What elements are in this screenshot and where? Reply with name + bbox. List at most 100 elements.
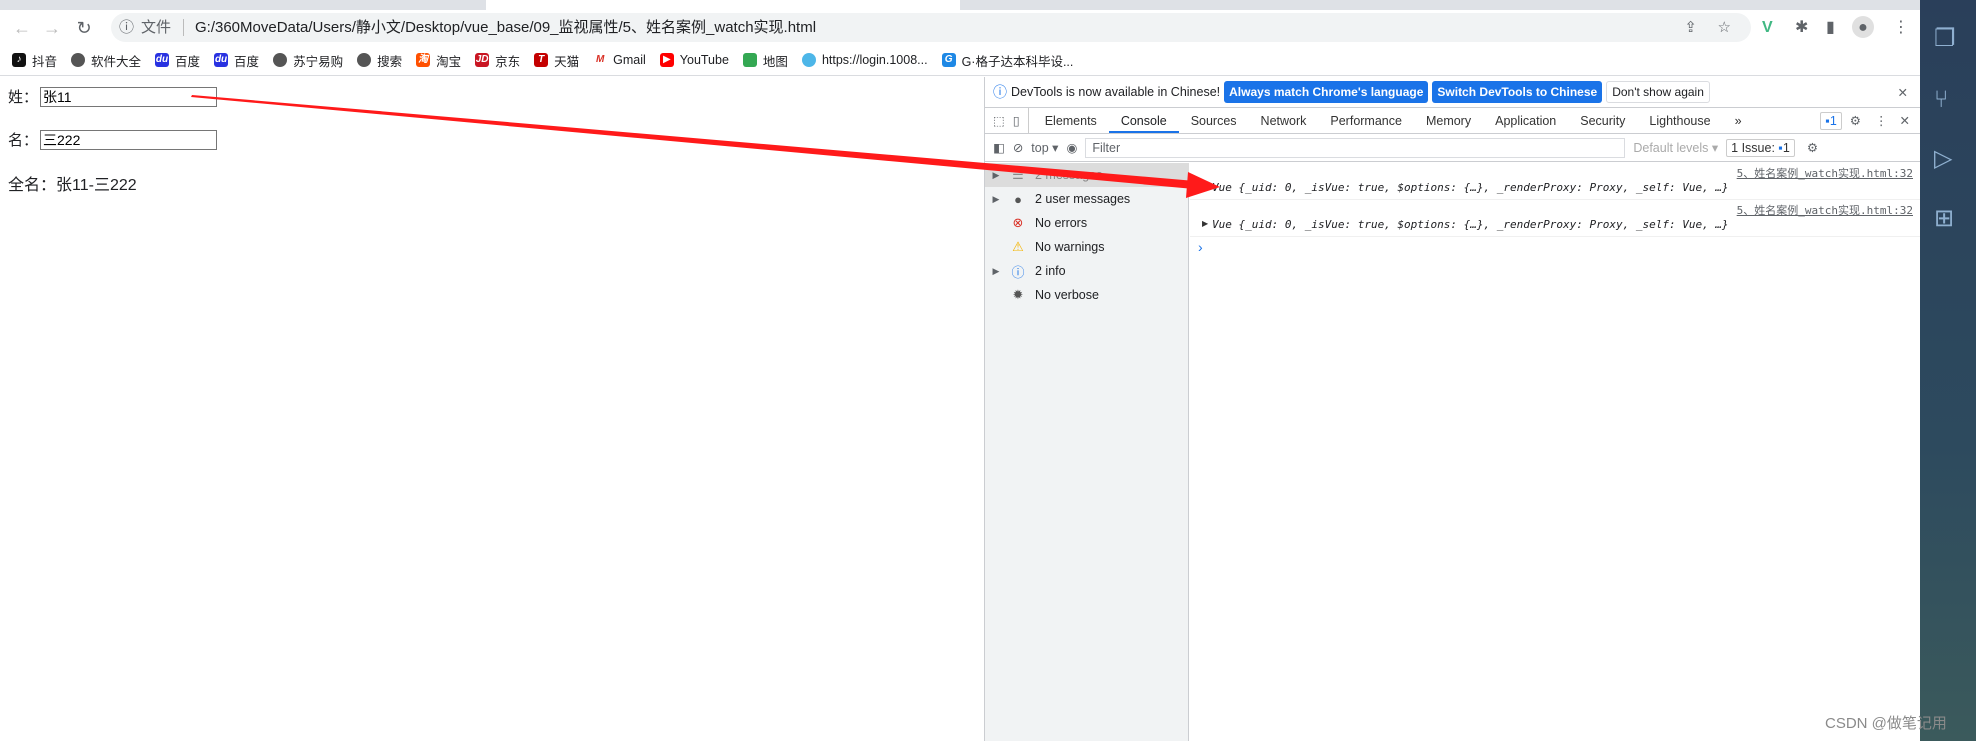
bookmark[interactable]: 软件大全 — [71, 51, 141, 70]
message-object[interactable]: Vue {_uid: 0, _isVue: true, $options: {…… — [1212, 218, 1729, 231]
sidebar-item-messages[interactable]: ▶ ☰ 2 messages — [985, 163, 1189, 187]
baidu-icon: du — [155, 53, 170, 67]
extensions-icon[interactable]: ⊞ — [1934, 204, 1954, 233]
forward-icon[interactable]: → — [40, 16, 64, 40]
active-tab[interactable] — [486, 0, 960, 10]
info-icon[interactable]: ⓘ — [119, 13, 134, 42]
gezida-icon: G — [941, 53, 956, 67]
settings-icon[interactable]: ⚙ — [1842, 108, 1869, 133]
globe-icon — [357, 53, 372, 67]
bookmark-label: 抖音 — [32, 54, 58, 69]
bookmark-label: https://login.1008... — [821, 53, 928, 67]
first-name-label: 姓： — [8, 89, 39, 106]
issues-toolbar-count: 1 — [1782, 140, 1790, 155]
bookmark[interactable]: du 百度 — [214, 51, 259, 70]
tab-lighthouse[interactable]: Lighthouse — [1637, 108, 1722, 133]
bookmark[interactable]: M Gmail — [593, 53, 646, 67]
bookmark[interactable]: 苏宁易购 — [273, 51, 343, 70]
sidebar-item-verbose[interactable]: ✹ No verbose — [985, 283, 1189, 307]
more-tabs-icon[interactable]: » — [1723, 108, 1754, 133]
globe-icon — [71, 53, 86, 67]
bookmark-label: 地图 — [762, 54, 788, 69]
expand-icon: ▶ — [992, 193, 1000, 204]
tab-security[interactable]: Security — [1568, 108, 1637, 133]
bookmark[interactable]: ♪ 抖音 — [12, 51, 57, 70]
bookmark[interactable]: https://login.1008... — [801, 53, 928, 67]
address-bar[interactable]: ⓘ 文件 G:/360MoveData/Users/静小文/Desktop/vu… — [111, 13, 1751, 42]
message-object[interactable]: Vue {_uid: 0, _isVue: true, $options: {…… — [1212, 181, 1729, 194]
tab-application[interactable]: Application — [1483, 108, 1568, 133]
tab-network[interactable]: Network — [1249, 108, 1319, 133]
expand-icon[interactable]: ▶ — [1202, 219, 1208, 228]
tab-sources[interactable]: Sources — [1179, 108, 1249, 133]
always-match-language-button[interactable]: Always match Chrome's language — [1224, 81, 1429, 103]
message-source-link[interactable]: 5、姓名案例_watch实现.html:32 — [1737, 165, 1913, 181]
console-prompt[interactable]: › — [1198, 239, 1203, 255]
extensions-icon[interactable]: ✱ — [1795, 16, 1808, 40]
sidebar-item-warnings[interactable]: ⚠ No warnings — [985, 235, 1189, 259]
share-icon[interactable]: ⇪ — [1684, 13, 1697, 42]
source-control-icon[interactable]: ⑂ — [1934, 86, 1948, 114]
url-text[interactable]: G:/360MoveData/Users/静小文/Desktop/vue_bas… — [195, 13, 816, 42]
console-output: 5、姓名案例_watch实现.html:32 ▶ Vue {_uid: 0, _… — [1190, 163, 1921, 741]
bookmark[interactable]: 搜索 — [357, 51, 402, 70]
sidebar-item-user-messages[interactable]: ▶ ● 2 user messages — [985, 187, 1189, 211]
profile-avatar[interactable]: ● — [1852, 16, 1874, 38]
last-name-row: 名： — [8, 129, 218, 150]
device-toggle-icon[interactable]: ▯ — [1013, 108, 1029, 133]
bookmark-star-icon[interactable]: ☆ — [1718, 13, 1731, 42]
console-sidebar: ▶ ☰ 2 messages ▶ ● 2 user messages ⊗ No error… — [985, 163, 1189, 741]
tab-memory[interactable]: Memory — [1414, 108, 1483, 133]
last-name-input[interactable] — [40, 129, 218, 150]
bookmark[interactable]: JD 京东 — [475, 51, 520, 70]
bookmark-label: 百度 — [234, 54, 260, 69]
bookmark-label: 苏宁易购 — [293, 54, 344, 69]
language-infobar: ⓘ DevTools is now available in Chinese! … — [985, 77, 1920, 108]
sidebar-item-info[interactable]: ▶ ⓘ 2 info — [985, 259, 1189, 283]
sidebar-toggle-icon[interactable]: ◧ — [993, 140, 1005, 155]
message-source-link[interactable]: 5、姓名案例_watch实现.html:32 — [1737, 202, 1913, 218]
vue-devtools-icon[interactable]: V — [1762, 16, 1773, 40]
issues-badge[interactable]: ▪1 — [1820, 112, 1842, 130]
back-icon[interactable]: ← — [10, 16, 34, 40]
bookmark-label: 百度 — [175, 54, 201, 69]
menu-icon[interactable]: ⋮ — [1893, 16, 1909, 40]
run-debug-icon[interactable]: ▷ — [1934, 144, 1952, 173]
tab-performance[interactable]: Performance — [1318, 108, 1414, 133]
close-icon[interactable]: ✕ — [1898, 85, 1908, 100]
live-expression-icon[interactable]: ◉ — [1066, 140, 1077, 155]
close-devtools-icon[interactable]: ✕ — [1894, 108, 1920, 133]
sidebar-label: No errors — [1035, 216, 1088, 230]
console-settings-icon[interactable]: ⚙ — [1807, 140, 1818, 155]
tab-console[interactable]: Console — [1108, 108, 1179, 133]
ide-activity-bar: ❐ ⑂ ▷ ⊞ — [1920, 0, 1976, 741]
expand-icon[interactable]: ▶ — [1202, 182, 1208, 191]
switch-to-chinese-button[interactable]: Switch DevTools to Chinese — [1432, 81, 1603, 103]
clear-console-icon[interactable]: ⊘ — [1013, 140, 1023, 155]
user-icon: ● — [1014, 191, 1022, 207]
side-panel-icon[interactable]: ▮ — [1826, 16, 1835, 40]
first-name-input[interactable] — [40, 86, 218, 107]
bookmark[interactable]: 地图 — [742, 51, 788, 70]
dont-show-again-button[interactable]: Don't show again — [1606, 81, 1710, 103]
expand-icon: ▶ — [992, 169, 1000, 180]
issues-button[interactable]: 1 Issue: ▪1 — [1726, 138, 1795, 157]
sidebar-item-errors[interactable]: ⊗ No errors — [985, 211, 1189, 235]
inspect-icon[interactable]: ⬚ — [985, 108, 1013, 133]
context-selector[interactable]: top ▾ — [1031, 140, 1058, 155]
explorer-icon[interactable]: ❐ — [1934, 24, 1956, 53]
bookmark[interactable]: T 天猫 — [534, 51, 579, 70]
maps-icon — [742, 53, 757, 67]
browser-toolbar: ← → ↻ ⓘ 文件 G:/360MoveData/Users/静小文/Desk… — [0, 10, 1920, 45]
filter-input[interactable]: Filter — [1085, 137, 1626, 158]
bookmark[interactable]: 淘淘宝 — [416, 51, 461, 70]
tab-elements[interactable]: Elements — [1033, 108, 1109, 133]
log-levels-dropdown[interactable]: Default levels ▾ — [1633, 140, 1718, 155]
tab-strip — [0, 0, 1920, 10]
more-options-icon[interactable]: ⋮ — [1869, 108, 1894, 133]
bookmark-label: 软件大全 — [91, 54, 142, 69]
bookmark[interactable]: G G·格子达本科毕设... — [941, 51, 1073, 70]
bookmark[interactable]: du 百度 — [155, 51, 200, 70]
reload-icon[interactable]: ↻ — [72, 16, 96, 40]
bookmark[interactable]: ▶ YouTube — [659, 53, 729, 67]
